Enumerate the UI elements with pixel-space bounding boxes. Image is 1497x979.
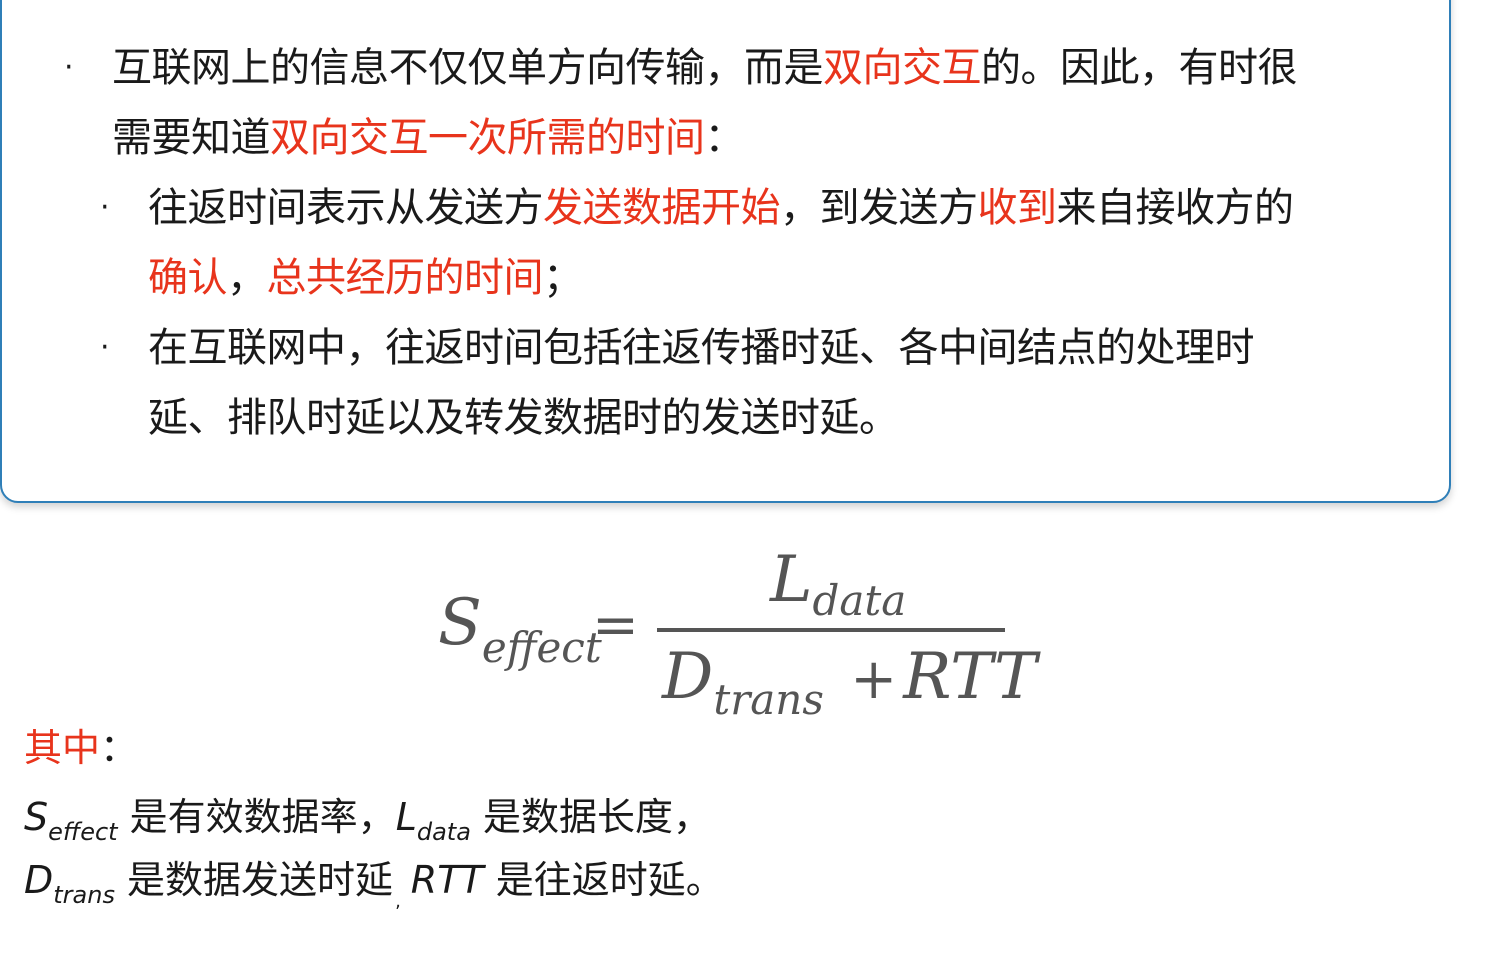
highlight-text: 收到 xyxy=(977,185,1058,231)
legend-line-1: Seffect 是有效数据率，Ldata 是数据长度， xyxy=(24,794,712,846)
formula-numerator: Ldata xyxy=(770,543,907,625)
variable-symbol: RTT xyxy=(410,858,484,902)
formula-subscript: effect xyxy=(481,623,602,672)
text-segment: ： xyxy=(100,726,139,770)
fraction-bar xyxy=(657,628,1005,632)
text-segment: ， xyxy=(227,255,267,301)
text-segment: ： xyxy=(704,115,745,161)
variable-symbol: L xyxy=(395,795,417,839)
text-segment: 是有效数据率， xyxy=(117,795,396,839)
variable-subscript: data xyxy=(416,818,471,846)
text-segment: ，到发送方 xyxy=(780,185,978,231)
formula-symbol: D xyxy=(662,640,714,714)
sub-bullet-1-line-1: 往返时间表示从发送方发送数据开始，到发送方收到来自接收方的 xyxy=(148,184,1294,232)
formula-symbol: S xyxy=(438,586,482,660)
formula-lhs: Seffect xyxy=(438,586,602,672)
formula-symbol: L xyxy=(770,543,813,617)
bullet-marker: · xyxy=(64,50,74,85)
highlight-text: 双向交互一次所需的时间 xyxy=(270,115,705,161)
legend-title: 其中： xyxy=(24,725,138,771)
highlight-text: 总共经历的时间 xyxy=(266,255,544,301)
formula-denominator: Dtrans +RTT xyxy=(662,640,1037,724)
sub-bullet-1-line-2: 确认，总共经历的时间； xyxy=(148,254,583,302)
variable-symbol: S xyxy=(24,795,49,839)
legend-line-2: Dtrans 是数据发送时延, RTT 是往返时延。 xyxy=(24,857,724,912)
highlight-text: 其中 xyxy=(24,726,101,770)
bullet-marker: · xyxy=(100,190,110,225)
formula-plus: + xyxy=(850,647,898,712)
text-segment: 往返时间表示从发送方 xyxy=(148,185,544,231)
text-segment: 的。因此，有时很 xyxy=(981,45,1298,91)
variable-subscript: trans xyxy=(53,881,115,909)
formula-equals: = xyxy=(592,593,639,658)
variable-symbol: D xyxy=(24,858,54,902)
bullet-1-line-1: 互联网上的信息不仅仅单方向传输，而是双向交互的。因此，有时很 xyxy=(112,44,1298,92)
text-segment: 是数据长度， xyxy=(470,795,712,839)
text-segment: 需要知道 xyxy=(112,115,271,161)
text-segment: 是往返时延。 xyxy=(483,858,724,902)
highlight-text: 确认 xyxy=(148,255,228,301)
comma: , xyxy=(395,891,401,912)
text-segment: ； xyxy=(543,255,583,301)
sub-bullet-2-line-1: 在互联网中，往返时间包括往返传播时延、各中间结点的处理时 xyxy=(148,325,1255,371)
text-segment: 互联网上的信息不仅仅单方向传输，而是 xyxy=(112,45,824,91)
sub-bullet-2-line-2: 延、排队时延以及转发数据时的发送时延。 xyxy=(148,395,899,441)
formula-subscript: data xyxy=(812,576,907,625)
bullet-marker: · xyxy=(100,330,110,365)
variable-subscript: effect xyxy=(48,818,118,846)
highlight-text: 双向交互 xyxy=(823,45,982,91)
formula-symbol: RTT xyxy=(903,640,1037,714)
text-segment: 来自接收方的 xyxy=(1056,185,1295,231)
bullet-1-line-2: 需要知道双向交互一次所需的时间： xyxy=(112,114,744,162)
formula-subscript: trans xyxy=(713,675,824,724)
text-segment: 是数据发送时延 xyxy=(114,858,394,902)
highlight-text: 发送数据开始 xyxy=(543,185,781,231)
